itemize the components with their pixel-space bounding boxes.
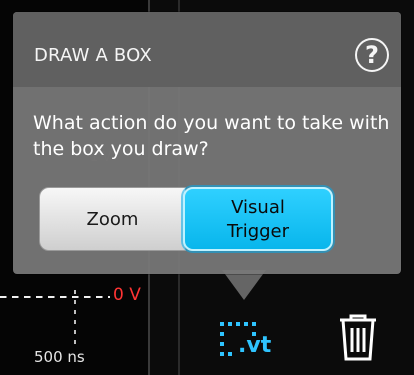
dialog-header: DRAW A BOX ? [13,12,401,87]
visual-trigger-label-line1: Visual [231,197,285,218]
trash-icon[interactable] [336,312,380,362]
graticule-dots [74,290,76,350]
visual-trigger-label-line2: Trigger [226,221,290,242]
reference-level-line [0,296,110,298]
question-circle-icon[interactable]: ? [355,38,389,72]
dialog-title: DRAW A BOX [34,45,152,66]
reference-level-label: 0 V [113,285,141,305]
visual-trigger-option-button[interactable]: Visual Trigger [183,187,333,251]
zoom-option-label: Zoom [86,209,139,230]
draw-box-tool-label[interactable]: .vt [238,333,271,358]
timebase-label: 500 ns [34,348,85,366]
dialog-pointer [222,270,266,300]
dialog-question: What action do you want to take with the… [33,112,390,160]
scope-screen: 1 V 0 V 500 ns .vt [0,0,414,375]
draw-a-box-dialog: DRAW A BOX ? What action do you want to … [13,12,401,274]
zoom-option-button[interactable]: Zoom [39,187,186,251]
